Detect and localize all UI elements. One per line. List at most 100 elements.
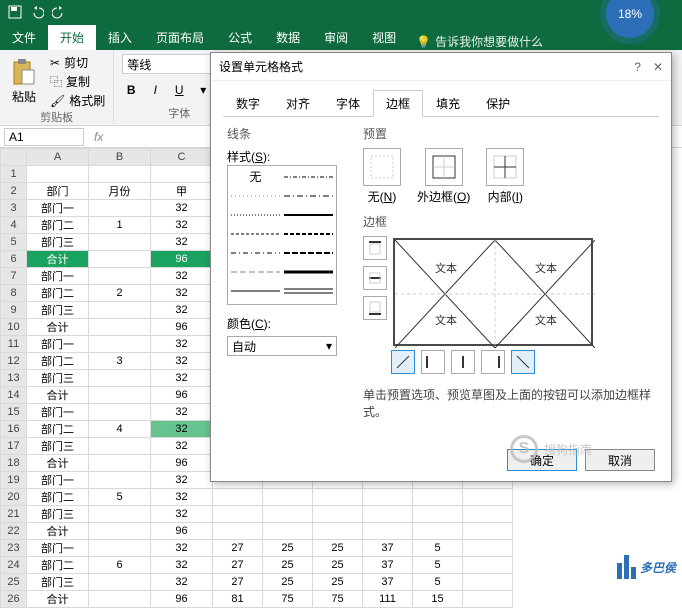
line-style-list[interactable]: 无	[227, 165, 337, 305]
cell[interactable]	[263, 506, 313, 523]
row-header[interactable]: 16	[1, 421, 27, 438]
cell[interactable]: 96	[151, 455, 213, 472]
cell[interactable]: 32	[151, 336, 213, 353]
cell[interactable]	[413, 523, 463, 540]
tab-border[interactable]: 边框	[373, 90, 423, 117]
paste-button[interactable]: 粘贴	[8, 56, 40, 107]
line-style-opt[interactable]	[230, 206, 281, 223]
cell[interactable]	[89, 268, 151, 285]
line-style-opt[interactable]	[283, 206, 334, 223]
cell[interactable]: 32	[151, 574, 213, 591]
cell[interactable]: 32	[151, 200, 213, 217]
row-header[interactable]: 22	[1, 523, 27, 540]
cell[interactable]: 37	[363, 540, 413, 557]
col-header[interactable]: A	[27, 149, 89, 166]
row-header[interactable]: 21	[1, 506, 27, 523]
tab-file[interactable]: 文件	[0, 25, 48, 50]
cell[interactable]	[413, 489, 463, 506]
line-style-opt[interactable]	[230, 263, 281, 280]
cell[interactable]: 25	[313, 557, 363, 574]
cut-button[interactable]: ✂剪切	[50, 54, 105, 71]
cell[interactable]	[89, 200, 151, 217]
cell[interactable]: 27	[213, 574, 263, 591]
cell[interactable]	[89, 370, 151, 387]
row-header[interactable]: 17	[1, 438, 27, 455]
cell[interactable]: 部门二	[27, 557, 89, 574]
cell[interactable]: 部门二	[27, 421, 89, 438]
cell[interactable]	[89, 472, 151, 489]
cell[interactable]: 4	[89, 421, 151, 438]
tell-me[interactable]: 💡 告诉我你想要做什么	[416, 33, 543, 50]
fx-icon[interactable]: fx	[88, 130, 109, 144]
cell[interactable]: 96	[151, 251, 213, 268]
preset-none-button[interactable]: 无(N)	[363, 148, 401, 205]
border-hmid-button[interactable]	[363, 266, 387, 290]
cell[interactable]: 合计	[27, 523, 89, 540]
row-header[interactable]: 23	[1, 540, 27, 557]
cell[interactable]: 合计	[27, 319, 89, 336]
line-style-opt[interactable]	[230, 225, 281, 242]
cell[interactable]: 32	[151, 353, 213, 370]
cell[interactable]: 部门三	[27, 506, 89, 523]
cell[interactable]	[313, 506, 363, 523]
preset-outline-button[interactable]: 外边框(O)	[417, 148, 470, 205]
tab-layout[interactable]: 页面布局	[144, 25, 216, 50]
cell[interactable]: 81	[213, 591, 263, 608]
cell[interactable]: 32	[151, 268, 213, 285]
cell[interactable]	[89, 387, 151, 404]
border-diag-down-button[interactable]	[511, 350, 535, 374]
cell[interactable]: 32	[151, 234, 213, 251]
cell[interactable]: 75	[313, 591, 363, 608]
cell[interactable]: 32	[151, 285, 213, 302]
cell[interactable]: 96	[151, 591, 213, 608]
cell[interactable]	[463, 523, 513, 540]
tab-font[interactable]: 字体	[323, 90, 373, 117]
tab-protect[interactable]: 保护	[473, 90, 523, 117]
tab-align[interactable]: 对齐	[273, 90, 323, 117]
name-box[interactable]: A1	[4, 128, 84, 146]
tab-insert[interactable]: 插入	[96, 25, 144, 50]
cell[interactable]	[213, 523, 263, 540]
cell[interactable]: 32	[151, 404, 213, 421]
cell[interactable]: 32	[151, 489, 213, 506]
cell[interactable]	[89, 506, 151, 523]
cell[interactable]	[89, 302, 151, 319]
cell[interactable]: 27	[213, 540, 263, 557]
cell[interactable]: 1	[89, 217, 151, 234]
cell[interactable]: 37	[363, 557, 413, 574]
row-header[interactable]: 12	[1, 353, 27, 370]
tab-data[interactable]: 数据	[264, 25, 312, 50]
cell[interactable]	[413, 506, 463, 523]
preset-inside-button[interactable]: 内部(I)	[486, 148, 524, 205]
cancel-button[interactable]: 取消	[585, 449, 655, 471]
italic-button[interactable]: I	[146, 81, 164, 99]
save-icon[interactable]	[8, 5, 22, 19]
cell[interactable]	[363, 523, 413, 540]
tab-formula[interactable]: 公式	[216, 25, 264, 50]
cell[interactable]	[363, 506, 413, 523]
tab-number[interactable]: 数字	[223, 90, 273, 117]
font-family-combo[interactable]: 等线	[122, 54, 212, 74]
row-header[interactable]: 24	[1, 557, 27, 574]
col-header[interactable]: B	[89, 149, 151, 166]
cell[interactable]: 部门三	[27, 438, 89, 455]
cell[interactable]: 部门三	[27, 234, 89, 251]
cell[interactable]	[213, 506, 263, 523]
cell[interactable]: 25	[263, 574, 313, 591]
cell[interactable]: 2	[89, 285, 151, 302]
row-header[interactable]: 10	[1, 319, 27, 336]
cell[interactable]	[463, 506, 513, 523]
cell[interactable]	[89, 438, 151, 455]
cell[interactable]: 96	[151, 387, 213, 404]
cell[interactable]: 32	[151, 540, 213, 557]
cell[interactable]	[213, 489, 263, 506]
cell[interactable]	[463, 489, 513, 506]
cell[interactable]: 部门一	[27, 472, 89, 489]
help-icon[interactable]: ?	[634, 60, 641, 74]
cell[interactable]	[89, 319, 151, 336]
cell[interactable]	[463, 540, 513, 557]
cell[interactable]	[89, 251, 151, 268]
col-header[interactable]	[1, 149, 27, 166]
line-style-opt[interactable]	[283, 168, 334, 185]
cell[interactable]: 部门二	[27, 217, 89, 234]
